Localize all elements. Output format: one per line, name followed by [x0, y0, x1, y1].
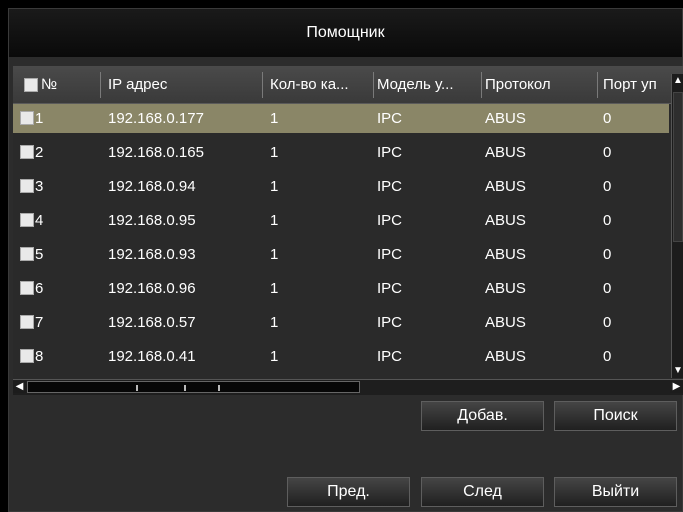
column-header-model[interactable]: Модель у...: [373, 66, 481, 103]
cell-ip: 192.168.0.165: [108, 144, 204, 161]
cell-ip: 192.168.0.94: [108, 178, 196, 195]
table-row[interactable]: 6 192.168.0.96 1 IPC ABUS 0: [13, 274, 669, 303]
table-row[interactable]: 2 192.168.0.165 1 IPC ABUS 0: [13, 138, 669, 167]
table-row[interactable]: 1 192.168.0.177 1 IPC ABUS 0: [13, 104, 669, 133]
cell-model: IPC: [377, 178, 403, 195]
cell-number: 1: [35, 110, 44, 127]
horizontal-scrollbar[interactable]: ◀ ▶: [13, 379, 683, 395]
cell-port: 0: [603, 246, 612, 263]
cell-port: 0: [603, 178, 612, 195]
row-checkbox[interactable]: [20, 213, 34, 227]
cell-channels: 1: [270, 212, 279, 229]
cell-port: 0: [603, 314, 612, 331]
cell-number: 7: [35, 314, 44, 331]
cell-number: 4: [35, 212, 44, 229]
cell-channels: 1: [270, 144, 279, 161]
cell-protocol: ABUS: [485, 144, 526, 161]
table-row[interactable]: 4 192.168.0.95 1 IPC ABUS 0: [13, 206, 669, 235]
scroll-thumb-grip: [136, 385, 138, 391]
title-bar: Помощник: [9, 9, 682, 57]
cell-model: IPC: [377, 280, 403, 297]
row-checkbox[interactable]: [20, 315, 34, 329]
table-row[interactable]: 8 192.168.0.41 1 IPC ABUS 0: [13, 342, 669, 371]
cell-channels: 1: [270, 280, 279, 297]
cell-ip: 192.168.0.93: [108, 246, 196, 263]
chevron-down-icon[interactable]: ▼: [672, 364, 683, 378]
cell-channels: 1: [270, 246, 279, 263]
cell-protocol: ABUS: [485, 348, 526, 365]
row-checkbox[interactable]: [20, 111, 34, 125]
cell-model: IPC: [377, 348, 403, 365]
vertical-scroll-thumb[interactable]: [673, 92, 683, 242]
column-header-port[interactable]: Порт уп: [599, 66, 671, 103]
horizontal-scroll-thumb[interactable]: [27, 381, 360, 393]
row-checkbox[interactable]: [20, 349, 34, 363]
row-checkbox[interactable]: [20, 247, 34, 261]
cell-number: 8: [35, 348, 44, 365]
vertical-scrollbar[interactable]: ▲ ▼: [671, 74, 683, 378]
column-header-number[interactable]: №: [37, 66, 97, 103]
column-header-ip[interactable]: IP адрес: [104, 66, 259, 103]
cell-model: IPC: [377, 246, 403, 263]
cell-model: IPC: [377, 144, 403, 161]
device-table: № IP адрес Кол-во ка... Модель у... Прот…: [13, 66, 683, 395]
cell-number: 3: [35, 178, 44, 195]
chevron-right-icon[interactable]: ▶: [670, 381, 683, 393]
exit-button[interactable]: Выйти: [554, 477, 677, 507]
chevron-left-icon[interactable]: ◀: [13, 381, 26, 393]
next-button[interactable]: След: [421, 477, 544, 507]
cell-ip: 192.168.0.177: [108, 110, 204, 127]
cell-port: 0: [603, 212, 612, 229]
cell-port: 0: [603, 280, 612, 297]
cell-number: 2: [35, 144, 44, 161]
column-header-protocol[interactable]: Протокол: [481, 66, 593, 103]
cell-number: 5: [35, 246, 44, 263]
row-checkbox[interactable]: [20, 281, 34, 295]
column-divider[interactable]: [262, 72, 263, 98]
table-row[interactable]: 5 192.168.0.93 1 IPC ABUS 0: [13, 240, 669, 269]
dialog-title: Помощник: [306, 24, 385, 41]
cell-port: 0: [603, 110, 612, 127]
cell-ip: 192.168.0.41: [108, 348, 196, 365]
column-divider[interactable]: [100, 72, 101, 98]
cell-ip: 192.168.0.96: [108, 280, 196, 297]
cell-channels: 1: [270, 110, 279, 127]
cell-protocol: ABUS: [485, 280, 526, 297]
cell-model: IPC: [377, 212, 403, 229]
table-header: № IP адрес Кол-во ка... Модель у... Прот…: [13, 66, 683, 104]
add-button[interactable]: Добав.: [421, 401, 544, 431]
cell-port: 0: [603, 348, 612, 365]
cell-protocol: ABUS: [485, 314, 526, 331]
cell-port: 0: [603, 144, 612, 161]
cell-channels: 1: [270, 178, 279, 195]
cell-protocol: ABUS: [485, 246, 526, 263]
scroll-thumb-grip: [218, 385, 220, 391]
select-all-checkbox[interactable]: [24, 78, 38, 92]
column-header-channels[interactable]: Кол-во ка...: [266, 66, 373, 103]
table-row[interactable]: 3 192.168.0.94 1 IPC ABUS 0: [13, 172, 669, 201]
row-checkbox[interactable]: [20, 145, 34, 159]
chevron-up-icon[interactable]: ▲: [672, 74, 683, 88]
prev-button[interactable]: Пред.: [287, 477, 410, 507]
cell-protocol: ABUS: [485, 212, 526, 229]
cell-channels: 1: [270, 348, 279, 365]
cell-ip: 192.168.0.95: [108, 212, 196, 229]
wizard-dialog: Помощник № IP адрес Кол-во ка... Модель …: [8, 8, 683, 512]
cell-protocol: ABUS: [485, 178, 526, 195]
search-button[interactable]: Поиск: [554, 401, 677, 431]
column-divider[interactable]: [597, 72, 598, 98]
cell-channels: 1: [270, 314, 279, 331]
cell-model: IPC: [377, 110, 403, 127]
row-checkbox[interactable]: [20, 179, 34, 193]
cell-number: 6: [35, 280, 44, 297]
cell-ip: 192.168.0.57: [108, 314, 196, 331]
scroll-thumb-grip: [184, 385, 186, 391]
table-row[interactable]: 7 192.168.0.57 1 IPC ABUS 0: [13, 308, 669, 337]
cell-protocol: ABUS: [485, 110, 526, 127]
cell-model: IPC: [377, 314, 403, 331]
